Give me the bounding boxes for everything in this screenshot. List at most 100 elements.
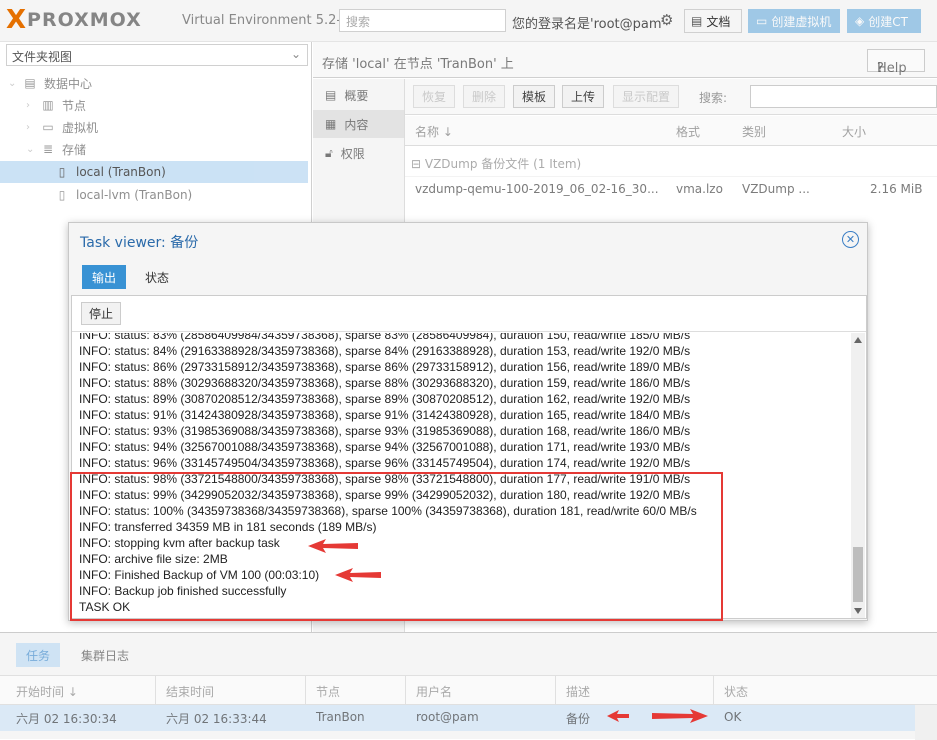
chevron-down-icon: ⌄ [290, 47, 301, 61]
scroll-down-arrow-icon[interactable] [854, 608, 862, 614]
global-search-input[interactable]: 搜索 [339, 9, 506, 32]
column-header-node[interactable]: 节点 [316, 683, 340, 700]
tree-item-local[interactable]: ▯ local (TranBon) [0, 161, 308, 183]
cube-icon: ◈ [855, 14, 865, 28]
tree-item-label: 节点 [62, 98, 87, 113]
subnav-summary[interactable]: ▤ 概要 [313, 81, 405, 109]
tree-item-nodes[interactable]: › ▥ 节点 [0, 94, 308, 116]
task-scrollbar[interactable] [915, 705, 937, 740]
tab-output[interactable]: 输出 [82, 265, 126, 289]
create-vm-button[interactable]: ▭ 创建虚拟机 [748, 9, 840, 33]
logo-word: PROXMOX [27, 9, 142, 31]
log-line: INFO: stopping kvm after backup task [79, 536, 280, 550]
tab-cluster-log[interactable]: 集群日志 [70, 643, 140, 667]
column-header-format[interactable]: 格式 [676, 123, 700, 140]
view-select-value: 文件夹视图 [12, 50, 73, 64]
column-header-start[interactable]: 开始时间 ↓ [16, 683, 78, 700]
storage-icon: ▯ [58, 188, 66, 202]
column-header-description[interactable]: 描述 [566, 683, 590, 700]
tree-item-label: 虚拟机 [62, 120, 99, 135]
column-divider [305, 676, 306, 706]
task-user: root@pam [416, 710, 479, 724]
expand-arrow-icon: › [26, 99, 30, 111]
column-divider [155, 676, 156, 706]
log-line: INFO: Finished Backup of VM 100 (00:03:1… [79, 568, 320, 582]
template-button[interactable]: 模板 [513, 85, 555, 108]
tree-item-storage[interactable]: ⌄ ≣ 存储 [0, 138, 308, 160]
tree-item-datacenter[interactable]: ⌄ ▤ 数据中心 [0, 72, 308, 94]
log-line: INFO: status: 88% (30293688320/343597383… [79, 376, 691, 390]
create-ct-label: 创建CT [868, 14, 908, 29]
datacenter-icon: ▤ [24, 76, 36, 90]
show-config-button[interactable]: 显示配置 [613, 85, 679, 108]
column-header-type[interactable]: 类别 [742, 123, 766, 140]
remove-button[interactable]: 删除 [463, 85, 505, 108]
log-line: INFO: status: 84% (29163388928/343597383… [79, 344, 691, 358]
file-type: VZDump ... [742, 182, 810, 196]
table-row[interactable]: vzdump-qemu-100-2019_06_02-16_30... vma.… [405, 177, 937, 203]
column-header-user[interactable]: 用户名 [416, 683, 452, 700]
collapse-arrow-icon: ⌄ [8, 77, 17, 89]
tree-item-vms[interactable]: › ▭ 虚拟机 [0, 116, 308, 138]
help-button[interactable]: ? Help [867, 49, 925, 76]
log-scrollbar[interactable] [851, 333, 865, 618]
log-line: INFO: status: 83% (28586409984/343597383… [79, 333, 691, 342]
storage-icon: ▯ [58, 165, 66, 179]
tab-tasks[interactable]: 任务 [16, 643, 60, 667]
documentation-label: 文档 [706, 14, 731, 29]
dialog-title: Task viewer: 备份 [80, 235, 199, 251]
column-header-status[interactable]: 状态 [724, 683, 748, 700]
log-line: INFO: status: 99% (34299052032/343597383… [79, 488, 691, 502]
column-header-name[interactable]: 名称 ↓ [415, 123, 453, 140]
log-line: INFO: status: 89% (30870208512/343597383… [79, 392, 691, 406]
column-header-end[interactable]: 结束时间 [166, 683, 214, 700]
proxmox-logo: X PROXMOX [6, 7, 142, 33]
view-select[interactable]: 文件夹视图 ⌄ [6, 44, 308, 66]
task-status: OK [724, 710, 742, 724]
task-description: 备份 [566, 712, 591, 726]
group-header-row[interactable]: ⊟ VZDump 备份文件 (1 Item) [405, 147, 937, 177]
table-row[interactable]: 六月 02 16:30:34 六月 02 16:33:44 TranBon ro… [0, 705, 915, 731]
toolbar-search-label: 搜索: [699, 91, 728, 105]
file-size: 2.16 MiB [870, 182, 923, 196]
task-grid-header: 开始时间 ↓ 结束时间 节点 用户名 描述 状态 [0, 675, 937, 706]
tree-item-label: local (TranBon) [76, 165, 166, 179]
book-icon: ▤ [325, 88, 337, 102]
content-search-input[interactable] [750, 85, 937, 108]
gear-icon[interactable]: ⚙ [660, 11, 673, 29]
tree-item-label: 存储 [62, 142, 87, 157]
log-line: INFO: status: 96% (33145749504/343597383… [79, 456, 691, 470]
create-ct-button[interactable]: ◈ 创建CT [847, 9, 921, 33]
restore-button[interactable]: 恢复 [413, 85, 455, 108]
close-icon[interactable]: ✕ [842, 231, 859, 248]
monitor-icon: ▭ [756, 14, 768, 28]
top-header: X PROXMOX Virtual Environment 5.2-1 搜索 您… [0, 0, 937, 42]
task-panel: 任务 集群日志 开始时间 ↓ 结束时间 节点 用户名 描述 状态 六月 02 1… [0, 632, 937, 740]
output-panel: 停止 INFO: status: 83% (28586409984/343597… [71, 295, 867, 619]
log-line: INFO: status: 98% (33721548800/343597383… [79, 472, 691, 486]
log-line: INFO: status: 91% (31424380928/343597383… [79, 408, 691, 422]
subnav-label: 权限 [340, 146, 365, 161]
scroll-thumb[interactable] [853, 547, 863, 602]
output-toolbar: 停止 [72, 296, 866, 332]
stop-button[interactable]: 停止 [81, 302, 121, 325]
tab-status[interactable]: 状态 [135, 265, 179, 289]
task-node: TranBon [316, 710, 365, 724]
grid-icon: ▦ [325, 117, 337, 131]
tree-item-local-lvm[interactable]: ▯ local-lvm (TranBon) [0, 184, 308, 206]
log-line: INFO: status: 93% (31985369088/343597383… [79, 424, 691, 438]
subnav-label: 内容 [344, 117, 369, 132]
documentation-button[interactable]: ▤ 文档 [684, 9, 742, 33]
column-divider [555, 676, 556, 706]
log-line: TASK OK [79, 600, 131, 614]
tab-tasks-label: 任务 [25, 648, 50, 663]
subnav-content[interactable]: ▦ 内容 [313, 110, 405, 138]
scroll-up-arrow-icon[interactable] [854, 337, 862, 343]
column-divider [405, 676, 406, 706]
column-divider [713, 676, 714, 706]
column-header-size[interactable]: 大小 [842, 123, 866, 140]
upload-button[interactable]: 上传 [562, 85, 604, 108]
collapse-arrow-icon: ⌄ [26, 143, 35, 155]
content-toolbar: 恢复 删除 模板 上传 显示配置 搜索: [405, 79, 937, 115]
subnav-permissions[interactable]: 🔓︎ 权限 [313, 139, 405, 167]
